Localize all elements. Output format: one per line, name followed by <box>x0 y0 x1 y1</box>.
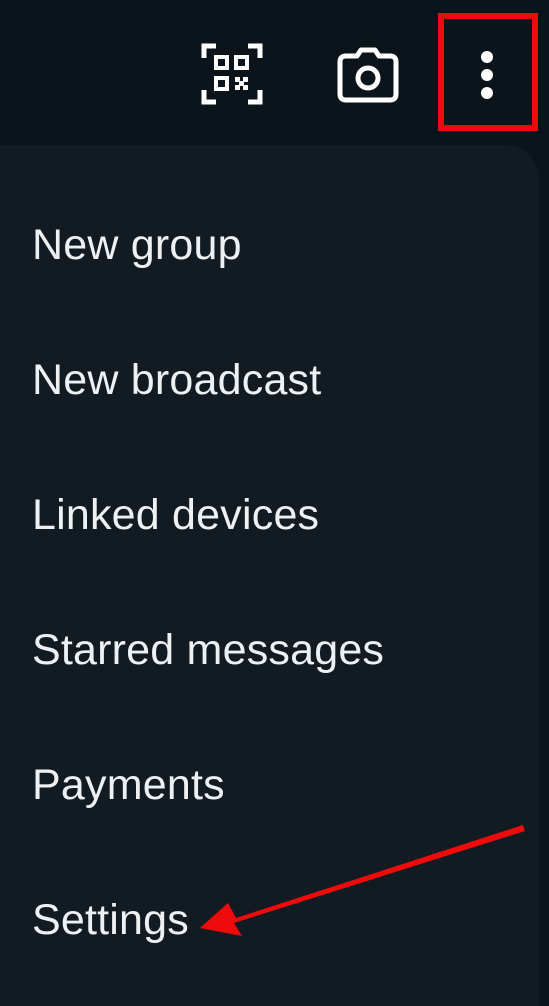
highlight-annotation-box <box>438 13 538 131</box>
menu-item-new-group[interactable]: New group <box>0 180 539 310</box>
menu-item-linked-devices[interactable]: Linked devices <box>0 450 539 580</box>
overflow-menu: New group New broadcast Linked devices S… <box>0 145 539 1006</box>
menu-item-starred-messages[interactable]: Starred messages <box>0 585 539 715</box>
menu-item-payments[interactable]: Payments <box>0 720 539 850</box>
qr-scanner-button[interactable] <box>198 40 266 108</box>
camera-icon <box>337 47 399 103</box>
menu-item-settings[interactable]: Settings <box>0 855 539 985</box>
screen: New group New broadcast Linked devices S… <box>0 0 549 1006</box>
qr-scanner-icon <box>201 43 263 105</box>
menu-item-new-broadcast[interactable]: New broadcast <box>0 315 539 445</box>
camera-button[interactable] <box>333 40 403 110</box>
